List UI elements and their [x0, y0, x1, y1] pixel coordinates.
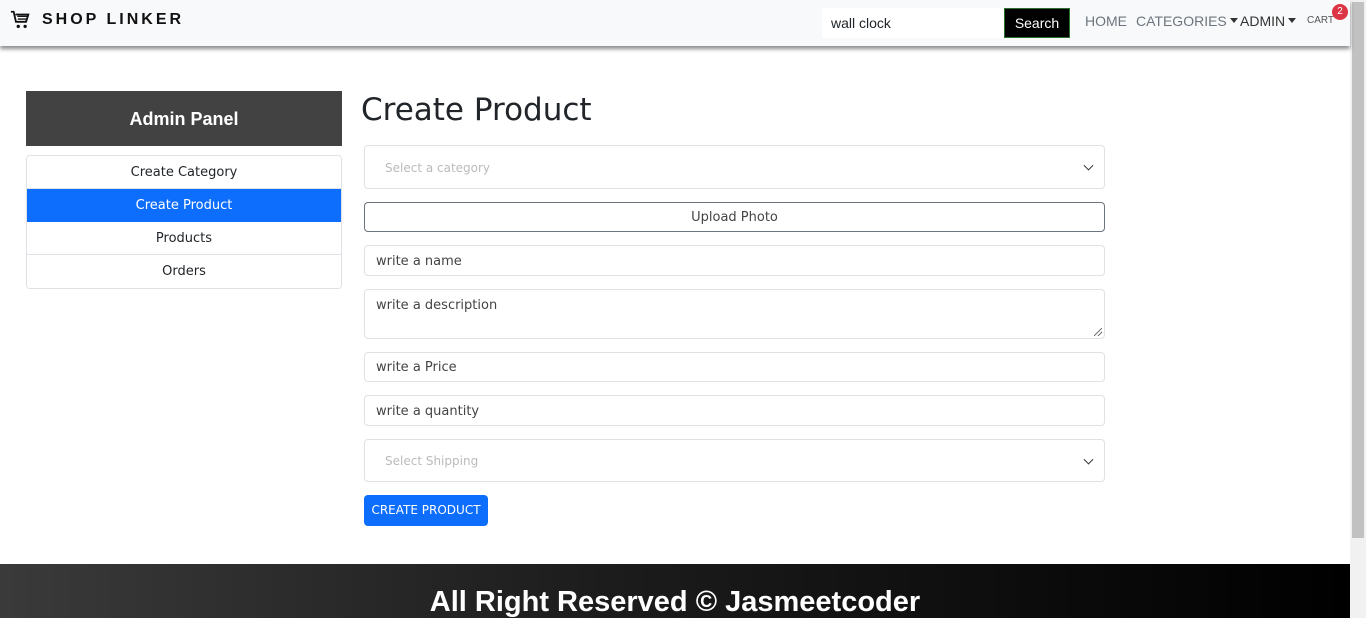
nav-admin-label: ADMIN	[1240, 13, 1286, 29]
search-input[interactable]	[822, 8, 1004, 38]
create-product-button[interactable]: CREATE PRODUCT	[364, 495, 488, 526]
description-textarea[interactable]: write a description	[364, 289, 1105, 339]
description-placeholder: write a description	[376, 298, 498, 313]
scrollbar-thumb[interactable]	[1352, 2, 1364, 538]
menu-item-create-product[interactable]: Create Product	[27, 189, 341, 222]
chevron-down-icon	[1083, 454, 1094, 465]
category-select[interactable]: Select a category	[364, 145, 1105, 189]
footer-copyright: All Right Reserved © Jasmeetcoder	[429, 586, 921, 618]
admin-menu: Create Category Create Product Products …	[26, 155, 342, 289]
menu-item-create-category[interactable]: Create Category	[27, 156, 341, 189]
nav-cart-link[interactable]: CART	[1307, 15, 1334, 26]
name-input[interactable]: write a name	[364, 245, 1105, 276]
menu-item-products[interactable]: Products	[27, 222, 341, 255]
search-button[interactable]: Search	[1004, 8, 1070, 38]
brand[interactable]: SHOP LINKER	[10, 9, 184, 31]
footer: All Right Reserved © Jasmeetcoder	[0, 564, 1350, 618]
resize-handle-icon[interactable]	[1094, 328, 1102, 336]
shopping-cart-icon	[10, 9, 32, 31]
nav-admin-dropdown[interactable]: ADMIN	[1240, 13, 1297, 29]
category-select-placeholder: Select a category	[385, 161, 491, 175]
shipping-select-placeholder: Select Shipping	[385, 454, 479, 468]
caret-down-icon	[1288, 18, 1297, 23]
chevron-down-icon	[1083, 160, 1094, 171]
caret-down-icon	[1229, 18, 1238, 23]
nav-categories-label: CATEGORIES	[1136, 13, 1227, 29]
upload-photo-button[interactable]: Upload Photo	[364, 202, 1105, 232]
brand-name: SHOP LINKER	[42, 11, 185, 28]
admin-panel-title: Admin Panel	[26, 91, 342, 146]
top-navbar: SHOP LINKER Search HOME CATEGORIES ADMIN…	[0, 0, 1350, 46]
shipping-select[interactable]: Select Shipping	[364, 439, 1105, 482]
page-title: Create Product	[361, 92, 592, 128]
nav-categories-dropdown[interactable]: CATEGORIES	[1136, 13, 1238, 29]
price-input[interactable]: write a Price	[364, 352, 1105, 382]
menu-item-orders[interactable]: Orders	[27, 255, 341, 288]
cart-count-badge: 2	[1332, 4, 1348, 20]
quantity-input[interactable]: write a quantity	[364, 395, 1105, 426]
nav-home-link[interactable]: HOME	[1085, 13, 1127, 29]
